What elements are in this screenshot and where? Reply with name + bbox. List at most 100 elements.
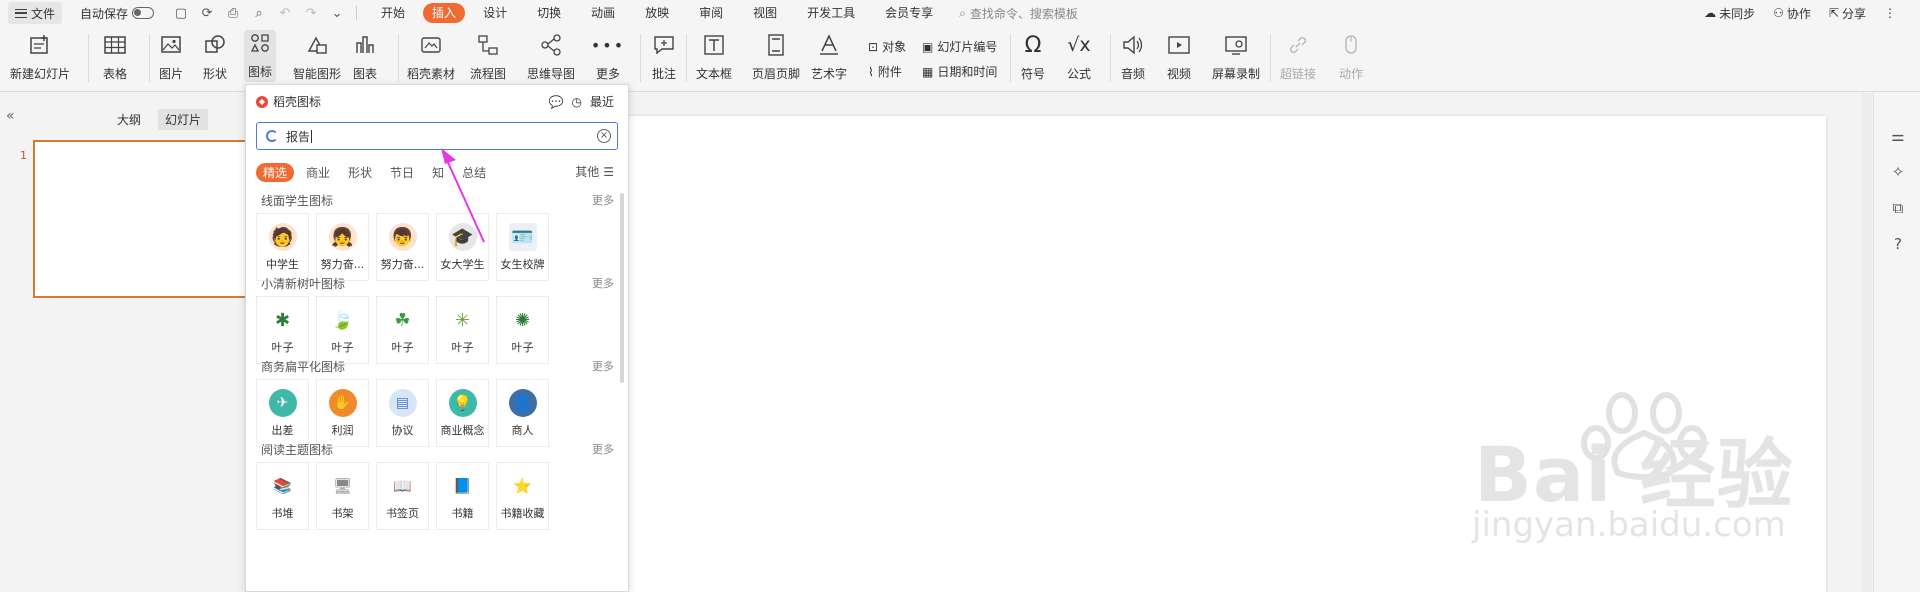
tab-review[interactable]: 审阅 — [687, 3, 735, 23]
tab-slideshow[interactable]: 放映 — [633, 3, 681, 23]
shape-button[interactable]: 形状 — [202, 32, 228, 82]
tab-view[interactable]: 视图 — [741, 3, 789, 23]
icon-search-input[interactable]: 报告 × — [256, 122, 618, 150]
icon-tile[interactable]: 👦 努力奋... — [376, 213, 429, 281]
icon-tile[interactable]: 📚 书堆 — [256, 462, 309, 530]
category-holidays[interactable]: 节日 — [390, 164, 414, 181]
icon-tile[interactable]: 🎓 女大学生 — [436, 213, 489, 281]
print-preview-icon[interactable]: ⌕ — [252, 6, 266, 21]
icon-tile[interactable]: 🖥 书架 — [316, 462, 369, 530]
icon-tile[interactable]: 🍃 叶子 — [316, 296, 369, 364]
category-business[interactable]: 商业 — [306, 164, 330, 181]
clock-icon[interactable]: ◷ — [572, 95, 582, 109]
icon-tile[interactable]: 🧑 中学生 — [256, 213, 309, 281]
divider — [149, 34, 150, 82]
comment-button[interactable]: 批注 — [651, 32, 677, 82]
category-summary[interactable]: 总结 — [462, 164, 486, 181]
collapse-pane-icon[interactable]: « — [6, 108, 15, 124]
customize-chevron-icon[interactable]: ⌄ — [330, 6, 344, 21]
tab-developer[interactable]: 开发工具 — [795, 3, 867, 23]
hyperlink-button[interactable]: 超链接 — [1280, 32, 1316, 82]
icon-tile[interactable]: 📘 书籍 — [436, 462, 489, 530]
icon-tile[interactable]: ⭐ 书籍收藏 — [496, 462, 549, 530]
icon-tile[interactable]: ✱ 叶子 — [256, 296, 309, 364]
section-more-link[interactable]: 更多 — [592, 275, 614, 291]
command-search[interactable]: ⌕ 查找命令、搜索模板 — [959, 5, 1078, 22]
ribbon-tabs: 开始 插入 设计 切换 动画 放映 审阅 视图 开发工具 会员专享 — [369, 3, 951, 23]
tab-member[interactable]: 会员专享 — [873, 3, 945, 23]
save-icon[interactable]: ▢ — [174, 6, 188, 21]
panel-scrollbar[interactable] — [620, 193, 624, 383]
other-categories-button[interactable]: 其他 ☰ — [575, 163, 614, 180]
section-more-link[interactable]: 更多 — [592, 441, 614, 457]
icon-tile[interactable]: ✋ 利润 — [316, 379, 369, 447]
vertical-scrollbar[interactable] — [1862, 93, 1872, 592]
autosave-toggle[interactable] — [132, 7, 155, 19]
help-icon[interactable]: ? — [1888, 235, 1908, 255]
formula-button[interactable]: √x 公式 — [1066, 32, 1092, 82]
textbox-button[interactable]: 文本框 — [696, 32, 732, 82]
redo-icon[interactable]: ↷ — [304, 6, 318, 21]
format-painter-icon[interactable]: ⟳ — [200, 6, 214, 21]
print-icon[interactable]: ⎙ — [226, 6, 240, 21]
section-more-link[interactable]: 更多 — [592, 192, 614, 208]
icon-button[interactable]: 图标 — [244, 30, 276, 82]
chart-button[interactable]: 图表 — [352, 32, 378, 82]
symbol-button[interactable]: Ω 符号 — [1020, 32, 1046, 82]
smart-graphic-button[interactable]: 智能图形 — [293, 32, 341, 82]
sync-status[interactable]: ☁ 未同步 — [1704, 5, 1755, 22]
copy-slides-icon[interactable]: ⧉ — [1888, 199, 1908, 219]
recent-button[interactable]: 最近 — [590, 93, 614, 110]
action-button[interactable]: 动作 — [1338, 32, 1364, 82]
date-time-button[interactable]: ▦ 日期和时间 — [922, 63, 997, 80]
tab-slides[interactable]: 幻灯片 — [158, 109, 209, 130]
share-button[interactable]: ⇱ 分享 — [1829, 5, 1866, 22]
icon-tile[interactable]: ☘ 叶子 — [376, 296, 429, 364]
mindmap-button[interactable]: 思维导图 — [527, 32, 575, 82]
table-button[interactable]: 表格 — [102, 32, 128, 82]
tab-transitions[interactable]: 切换 — [525, 3, 573, 23]
screen-record-button[interactable]: 屏幕录制 — [1212, 32, 1260, 82]
autosave[interactable]: 自动保存 — [80, 5, 155, 22]
more-options-button[interactable]: ⋮ — [1884, 6, 1896, 20]
icon-tile[interactable]: ▤ 协议 — [376, 379, 429, 447]
docer-material-button[interactable]: 稻壳素材 — [407, 32, 455, 82]
clear-search-icon[interactable]: × — [597, 129, 611, 143]
new-slide-button[interactable]: 新建幻灯片 — [10, 32, 70, 82]
icon-tile[interactable]: 👧 努力奋... — [316, 213, 369, 281]
video-button[interactable]: 视频 — [1166, 32, 1192, 82]
header-footer-button[interactable]: 页眉页脚 — [752, 32, 800, 82]
audio-button[interactable]: 音频 — [1120, 32, 1146, 82]
picture-button[interactable]: 图片 — [158, 32, 184, 82]
flowchart-button[interactable]: 流程图 — [470, 32, 506, 82]
icon-tile[interactable]: 🪪 女生校牌 — [496, 213, 549, 281]
icon-tile[interactable]: ✺ 叶子 — [496, 296, 549, 364]
undo-icon[interactable]: ↶ — [278, 6, 292, 21]
tab-outline[interactable]: 大纲 — [110, 109, 148, 130]
pin-icon[interactable]: ✧ — [1888, 163, 1908, 183]
more-button[interactable]: ••• 更多 — [591, 32, 623, 82]
section-more-link[interactable]: 更多 — [592, 358, 614, 374]
category-knowledge[interactable]: 知 — [432, 164, 444, 181]
tab-insert[interactable]: 插入 — [423, 3, 466, 23]
slide-thumbnail[interactable] — [33, 140, 253, 298]
icon-tile[interactable]: 💡 商业概念 — [436, 379, 489, 447]
sliders-icon[interactable]: ⚌ — [1888, 127, 1908, 147]
category-shapes[interactable]: 形状 — [348, 164, 372, 181]
tab-home[interactable]: 开始 — [369, 3, 417, 23]
tab-design[interactable]: 设计 — [471, 3, 519, 23]
category-featured[interactable]: 精选 — [256, 163, 295, 182]
icon-tile[interactable]: ✳ 叶子 — [436, 296, 489, 364]
tab-animation[interactable]: 动画 — [579, 3, 627, 23]
attachment-button[interactable]: ⌇ 附件 — [868, 63, 902, 80]
icon-tile[interactable]: ✈ 出差 — [256, 379, 309, 447]
icon-tile-label: 叶子 — [451, 341, 474, 354]
wordart-button[interactable]: 艺术字 — [811, 32, 847, 82]
collaborate-button[interactable]: ⚇ 协作 — [1773, 5, 1811, 22]
object-button[interactable]: ⊡ 对象 — [868, 38, 906, 55]
slide-number-button[interactable]: ▣ 幻灯片编号 — [922, 38, 997, 55]
file-menu-button[interactable]: 文件 — [8, 2, 63, 24]
icon-tile[interactable]: 👤 商人 — [496, 379, 549, 447]
icon-tile[interactable]: 📖 书签页 — [376, 462, 429, 530]
feedback-icon[interactable]: 💬 — [549, 95, 564, 109]
